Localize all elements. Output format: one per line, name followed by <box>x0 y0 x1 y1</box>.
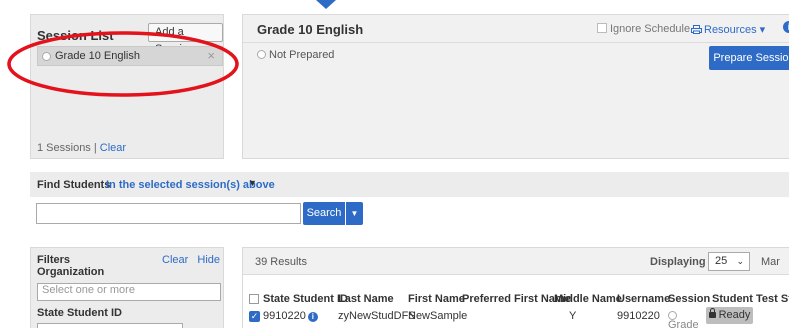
select-all-checkbox[interactable] <box>249 294 259 304</box>
organization-select[interactable]: Select one or more <box>37 283 221 301</box>
filters-title: Filters <box>37 254 71 266</box>
column-header[interactable]: Last Name <box>338 293 394 305</box>
status-badge[interactable]: Ready <box>706 307 753 324</box>
table-cell-session: Grade <box>668 319 699 328</box>
add-session-button[interactable]: Add a Session <box>148 23 223 55</box>
caret-down-icon[interactable]: ▼ <box>248 178 257 188</box>
info-icon[interactable]: i <box>307 312 318 322</box>
find-students-bar: Find Students In the selected session(s)… <box>30 172 789 197</box>
filters-panel: Filters Clear Hide Organization Select o… <box>30 247 224 328</box>
displaying-label: Displaying <box>650 256 706 268</box>
session-list-panel: Session List Add a Session Grade 10 Engl… <box>30 14 224 159</box>
session-status: Not Prepared <box>257 49 334 61</box>
column-header[interactable]: State Student ID <box>263 293 348 305</box>
ignore-schedule-label: Ignore Schedule <box>610 23 691 35</box>
checkbox-icon[interactable] <box>597 23 607 33</box>
table-cell-username: 9910220 <box>617 310 660 322</box>
state-student-id-value: 9910220 <box>263 310 306 322</box>
results-count: 39 Results <box>255 256 307 268</box>
session-footer: 1 Sessions | Clear <box>37 142 126 154</box>
column-header[interactable]: Username <box>617 293 670 305</box>
organization-label: Organization <box>37 266 105 278</box>
session-detail-header: Grade 10 English Ignore Schedule Resourc… <box>243 15 789 43</box>
column-header[interactable]: First Name <box>408 293 465 305</box>
ignore-schedule-checkbox[interactable]: Ignore Schedule <box>597 23 690 35</box>
session-detail-title: Grade 10 English <box>257 22 364 37</box>
find-students-label: Find Students <box>37 179 111 191</box>
student-search-input[interactable] <box>36 203 301 224</box>
filters-actions: Clear Hide <box>156 254 220 266</box>
results-bar: 39 Results Displaying 25 ⌄ Mar <box>243 248 789 275</box>
column-header[interactable]: Student Test Status <box>712 293 789 305</box>
per-page-select[interactable]: 25 ⌄ <box>708 252 750 271</box>
clear-sessions-link[interactable]: Clear <box>100 142 126 154</box>
session-item-label: Grade 10 English <box>55 50 140 62</box>
status-label: Ready <box>718 309 751 321</box>
manage-link[interactable]: Mar <box>761 256 780 268</box>
state-student-id-label: State Student ID <box>37 307 122 319</box>
printer-icon <box>691 25 702 34</box>
search-options-button[interactable]: ▼ <box>346 202 363 225</box>
chevron-down-icon: ⌄ <box>736 256 744 266</box>
results-panel: 39 Results Displaying 25 ⌄ Mar State Stu… <box>242 247 789 328</box>
table-cell-middle-name: Y <box>569 310 577 322</box>
session-status-label: Not Prepared <box>269 49 335 61</box>
session-count: 1 Sessions | <box>37 142 97 154</box>
clear-filters-link[interactable]: Clear <box>162 254 188 266</box>
resources-dropdown[interactable]: Resources ▾ <box>691 23 765 36</box>
session-detail-panel: Grade 10 English Ignore Schedule Resourc… <box>242 14 789 159</box>
table-cell-last-name: zyNewStudDFS <box>338 310 416 322</box>
session-list-title: Session List <box>37 28 114 43</box>
session-list-item[interactable]: Grade 10 English × <box>37 46 223 66</box>
state-student-id-input[interactable] <box>37 323 183 328</box>
row-checkbox[interactable]: ✓ <box>249 311 260 322</box>
prepare-session-button[interactable]: Prepare Session <box>709 46 789 70</box>
status-radio <box>257 50 266 59</box>
column-header[interactable]: Session <box>668 293 710 305</box>
lock-icon <box>708 308 716 318</box>
top-caret-icon <box>316 0 336 9</box>
per-page-value: 25 <box>715 255 728 267</box>
resources-label: Resources ▾ <box>704 24 766 36</box>
hide-filters-link[interactable]: Hide <box>197 254 220 266</box>
close-icon[interactable]: × <box>207 48 215 63</box>
table-cell-state-student-id: 9910220 i <box>263 310 318 322</box>
search-button[interactable]: Search <box>303 202 345 225</box>
info-icon[interactable]: i <box>783 21 789 33</box>
column-header[interactable]: Middle Name <box>554 293 622 305</box>
table-cell-first-name: NewSample <box>408 310 468 322</box>
session-radio[interactable] <box>42 52 51 61</box>
